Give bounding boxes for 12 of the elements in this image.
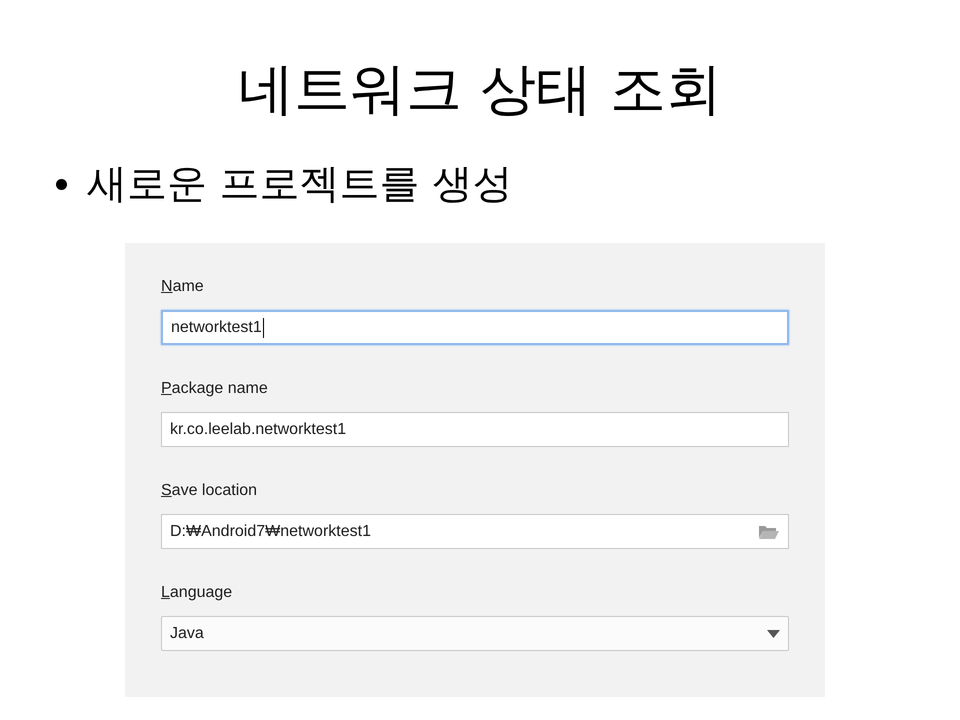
field-label: Language <box>161 585 232 601</box>
field-label: Name <box>161 279 204 295</box>
field-label: Package name <box>161 381 268 397</box>
bullet-text: 새로운 프로젝트를 생성 <box>87 164 512 204</box>
input-field[interactable]: D:₩Android7₩networktest1 <box>161 514 789 549</box>
slide-title: 네트워크 상태 조회 <box>238 62 722 118</box>
field-label: Save location <box>161 483 258 499</box>
language-dropdown[interactable]: Java <box>161 616 789 651</box>
input-field[interactable]: kr.co.leelab.networktest1 <box>161 412 789 447</box>
dropdown-caret-icon[interactable] <box>767 630 780 638</box>
folder-icon[interactable] <box>758 524 780 540</box>
input-field[interactable]: networktest1 <box>161 310 789 345</box>
